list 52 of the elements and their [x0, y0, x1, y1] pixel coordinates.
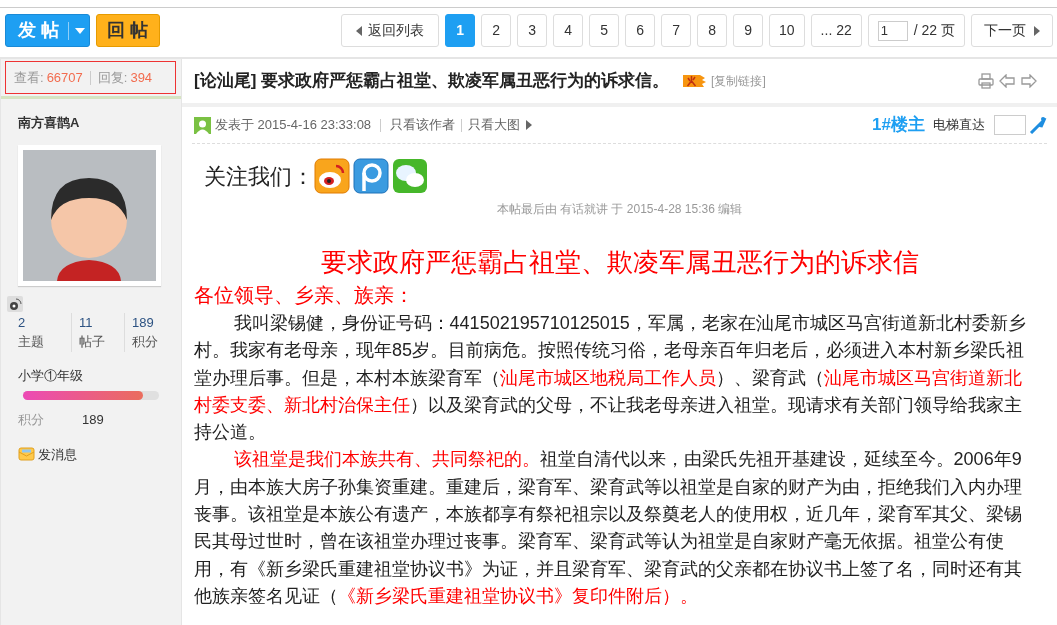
caret-icon — [356, 25, 363, 36]
weibo-icon[interactable] — [314, 158, 350, 194]
avatar-image[interactable] — [18, 144, 161, 286]
go-icon[interactable] — [1029, 116, 1047, 134]
thread-stats: 查看: 66707 回复: 394 — [5, 61, 176, 94]
letter-paragraph: 该祖堂是我们本族共有、共同祭祀的。祖堂自清代以来，由梁氏先祖开基建设，延续至今。2006年9月，由本族大房子孙集资重建。重建后，梁育军、梁育武等以祖堂是自家的财产为由，拒绝我们入内办理丧事。该祖堂是本族公有遗产，本族都享有祭祀祖宗以及祭奠老人的使用权，近几年，梁育军其父、梁锡民其母过世时，曾在该祖堂办理过丧事。梁育军、梁育武等认为祖堂是自家财产毫无依据。祖堂公有使用，有《新乡梁氏重建祖堂协议书》为证，并且梁育军、梁育武的父亲都在协议书上签了名，同时还有其他族亲签名见证（《新乡梁氏重建祖堂协议书》复印件附后）。 — [194, 448, 1023, 608]
letter-heading: 要求政府严惩霸占祖堂、欺凌军属丑恶行为的诉求信 — [319, 246, 920, 278]
rss-icon[interactable] — [7, 295, 23, 312]
send-message-link[interactable]: 发消息 — [1, 444, 181, 464]
page-total: / 22 页 — [913, 21, 955, 40]
points-label: 积分 — [18, 411, 45, 429]
page-link[interactable]: 3 — [517, 14, 548, 47]
edit-note: 本帖最后由 有话就讲 于 2015-4-28 15:36 编辑 — [495, 201, 744, 218]
page-link[interactable]: 7 — [661, 14, 692, 47]
page-input[interactable]: 1 — [877, 20, 908, 41]
back-to-list-button[interactable]: 返回列表 — [341, 14, 440, 47]
page-link[interactable]: ... 22 — [810, 14, 862, 47]
user-icon — [194, 116, 211, 134]
page-link[interactable]: 5 — [589, 14, 620, 47]
p-logo-icon[interactable] — [353, 158, 389, 194]
user-stat-link[interactable]: 11 帖子 — [71, 312, 124, 352]
wechat-icon[interactable] — [392, 158, 428, 194]
caret-icon — [526, 120, 533, 130]
user-rank: 小学①年级 — [17, 366, 84, 385]
follow-us-label: 关注我们： — [204, 162, 314, 191]
page-link[interactable]: 4 — [553, 14, 584, 47]
next-arrow-icon[interactable] — [1021, 74, 1037, 88]
print-icon[interactable] — [978, 73, 994, 89]
hot-badge-icon — [683, 73, 708, 89]
page-link[interactable]: 8 — [697, 14, 728, 47]
page-link[interactable]: 10 — [769, 14, 805, 47]
user-stat-link[interactable]: 189 积分 — [124, 312, 158, 352]
page-link[interactable]: 6 — [625, 14, 656, 47]
user-stat-link[interactable]: 2 主题 — [18, 312, 71, 352]
letter-paragraph: 我叫梁锡健，身份证号码：441502195710125015，军属，老家在汕尾市城区马宫街道新北村委新乡村。我家有老母亲，现年85岁。目前病危。按照传统习俗，老母亲百年归老后，必须进入本村新乡梁氏祖堂办理后事。但是，本村本族梁育军（汕尾市城区地税局工作人员）、梁育武（汕尾市城区马宫街道新北村委支委、新北村治保主任）以及梁育武的父母，不让我老母亲进入祖堂。现请求有关部门领导给我家主持公道。 — [194, 312, 1027, 445]
points-value: 189 — [82, 411, 104, 429]
reply-button[interactable]: 回 帖 — [96, 14, 160, 47]
next-page-button[interactable]: 下一页 — [971, 14, 1053, 47]
large-images-link[interactable]: 只看大图 — [468, 115, 521, 135]
post-date: 发表于 2015-4-16 23:33:08 — [215, 116, 372, 135]
page-link[interactable]: 2 — [481, 14, 512, 47]
thread-title: [论汕尾] 要求政府严惩霸占祖堂、欺凌军属丑恶行为的诉求信。 — [194, 70, 670, 93]
letter-greeting: 各位领导、乡亲、族亲： — [193, 282, 415, 309]
envelope-icon — [18, 447, 35, 462]
page-link[interactable]: 9 — [733, 14, 764, 47]
previous-arrow-icon[interactable] — [999, 74, 1015, 88]
author-only-link[interactable]: 只看该作者 — [390, 115, 456, 135]
jump-label: 电梯直达 — [933, 116, 985, 135]
floor-input[interactable] — [994, 115, 1026, 135]
username[interactable]: 南方喜鹊A — [18, 113, 164, 133]
caret-icon — [75, 27, 85, 34]
caret-icon — [1034, 25, 1040, 36]
